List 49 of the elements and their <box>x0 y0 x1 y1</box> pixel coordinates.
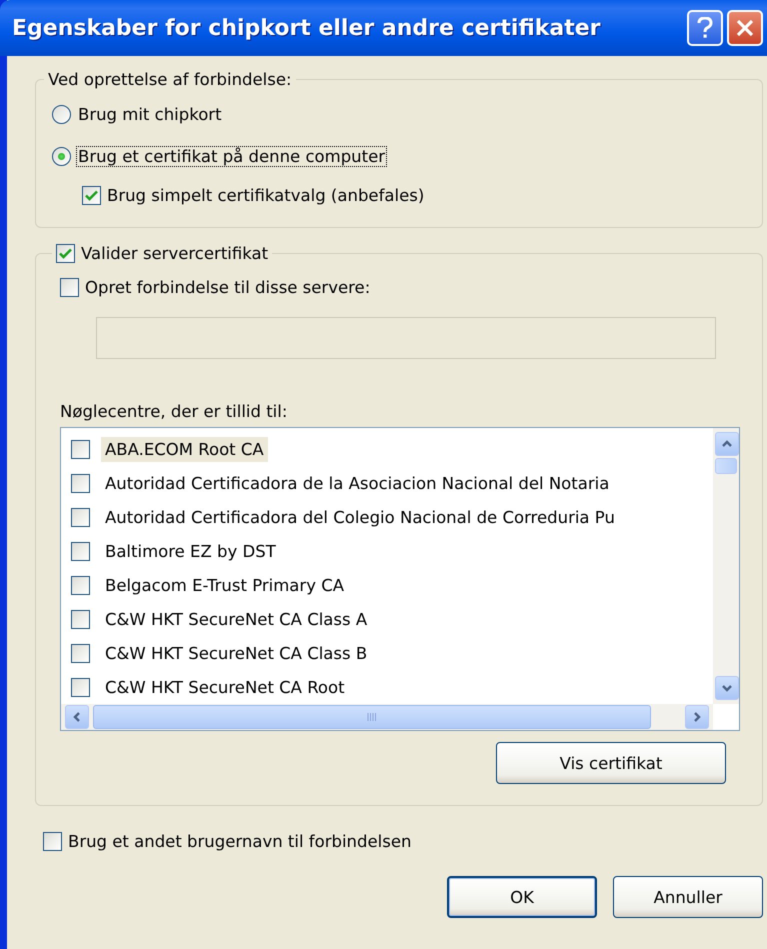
list-item[interactable]: C&W HKT SecureNet CA Root <box>101 674 349 700</box>
check-icon <box>85 190 98 200</box>
checkbox-label[interactable]: Valider servercertifikat <box>81 244 268 263</box>
list-item[interactable]: ABA.ECOM Root CA <box>101 436 268 462</box>
list-item[interactable]: C&W HKT SecureNet CA Class B <box>101 640 372 666</box>
window-title: Egenskaber for chipkort eller andre certifikater <box>12 16 601 40</box>
radio-button[interactable] <box>52 146 71 166</box>
view-certificate-button[interactable]: Vis certifikat <box>496 742 726 784</box>
checkbox-label[interactable]: Brug et andet brugernavn til forbindelsen <box>68 832 412 850</box>
radio-label[interactable]: Brug et certifikat på denne computer <box>77 146 386 166</box>
scroll-left-button[interactable] <box>65 705 89 729</box>
scroll-thumb[interactable] <box>715 458 737 474</box>
vertical-scrollbar[interactable] <box>713 428 739 704</box>
checkbox[interactable] <box>71 644 90 662</box>
close-button[interactable] <box>727 10 763 46</box>
list-label: Nøglecentre, der er tillid til: <box>60 402 288 421</box>
radio-button[interactable] <box>52 104 71 124</box>
list-item[interactable]: Belgacom E-Trust Primary CA <box>101 572 348 598</box>
checkbox[interactable] <box>60 278 79 296</box>
dialog-button[interactable]: OK <box>447 876 597 918</box>
checkbox[interactable] <box>82 186 101 204</box>
radio-label[interactable]: Brug mit chipkort <box>77 104 223 124</box>
checkbox[interactable] <box>71 610 90 628</box>
checkbox[interactable] <box>71 542 90 560</box>
checkbox[interactable] <box>71 440 90 458</box>
checkbox-label[interactable]: Brug simpelt certifikatvalg (anbefales) <box>107 186 424 204</box>
checkbox[interactable] <box>71 678 90 696</box>
scroll-down-button[interactable] <box>715 676 739 700</box>
checkbox[interactable] <box>71 508 90 526</box>
list-item[interactable]: Autoridad Certificadora del Colegio Nacional de Correduria Pu <box>101 504 619 530</box>
list-item[interactable]: C&W HKT SecureNet CA Class A <box>101 606 372 632</box>
help-button[interactable] <box>687 10 723 46</box>
check-icon <box>59 248 72 259</box>
checkbox[interactable] <box>56 244 75 263</box>
horizontal-scrollbar[interactable] <box>61 704 713 730</box>
checkbox[interactable] <box>71 474 90 492</box>
checkbox[interactable] <box>71 576 90 594</box>
scroll-thumb[interactable] <box>93 705 651 729</box>
dialog-button[interactable]: Annuller <box>613 876 763 918</box>
close-icon <box>736 19 754 37</box>
group-label: Ved oprettelse af forbindelse: <box>48 70 292 89</box>
scroll-up-button[interactable] <box>715 432 739 456</box>
checkbox[interactable] <box>43 832 62 850</box>
checkbox-label[interactable]: Opret forbindelse til disse servere: <box>85 278 370 296</box>
help-icon <box>697 17 713 39</box>
list-item[interactable]: Autoridad Certificadora de la Asociacion Nacional del Notaria <box>101 470 614 496</box>
list-item[interactable]: Baltimore EZ by DST <box>101 538 280 564</box>
grip-icon <box>367 712 377 722</box>
scroll-right-button[interactable] <box>685 705 709 729</box>
